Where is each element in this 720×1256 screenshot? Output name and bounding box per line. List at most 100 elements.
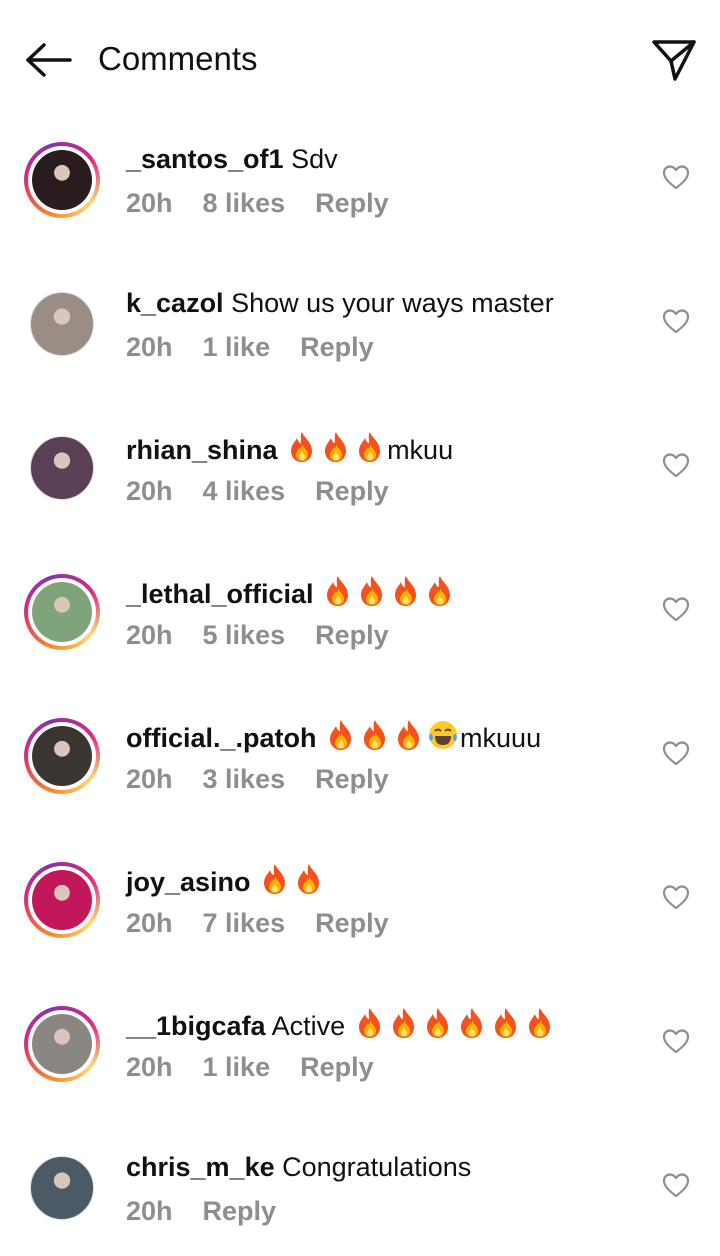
comment-meta: 20h Reply bbox=[126, 1194, 306, 1228]
fire-emoji-icon bbox=[285, 432, 319, 465]
fire-emoji-icon bbox=[355, 576, 389, 609]
comment-username[interactable]: k_cazol bbox=[126, 288, 224, 318]
fire-emoji-icon bbox=[423, 576, 457, 609]
fire-emoji-icon bbox=[358, 720, 392, 753]
comment-time: 20h bbox=[126, 620, 173, 650]
comment-likes-count[interactable]: 3 likes bbox=[203, 764, 286, 794]
avatar-image bbox=[32, 582, 92, 642]
comment-body: Congratulations bbox=[282, 1152, 472, 1182]
comment-item: _lethal_official 20h 5 likes Reply bbox=[0, 574, 720, 718]
heart-like-icon[interactable] bbox=[662, 1028, 690, 1056]
comment-item: __1bigcafa Active 20h 1 like Reply bbox=[0, 1006, 720, 1150]
comment-time: 20h bbox=[126, 908, 173, 938]
reply-button[interactable]: Reply bbox=[315, 476, 389, 506]
avatar[interactable] bbox=[24, 574, 100, 650]
fire-emoji-icon bbox=[392, 720, 426, 753]
fire-emoji-icon bbox=[489, 1008, 523, 1041]
comment-likes-count[interactable]: 7 likes bbox=[203, 908, 286, 938]
comment-likes-count[interactable]: 1 like bbox=[203, 1052, 271, 1082]
comment-text: _lethal_official bbox=[126, 574, 457, 611]
comment-item: chris_m_ke Congratulations 20h Reply bbox=[0, 1150, 720, 1256]
comment-username[interactable]: _lethal_official bbox=[126, 579, 314, 609]
fire-emoji-icon bbox=[292, 864, 326, 897]
heart-like-icon[interactable] bbox=[662, 308, 690, 336]
comment-time: 20h bbox=[126, 1052, 173, 1082]
comment-text: __1bigcafa Active bbox=[126, 1006, 557, 1043]
comment-meta: 20h 7 likes Reply bbox=[126, 906, 419, 940]
comments-screen: Comments _santos_of1 Sdv 20h 8 likes Reply k… bbox=[0, 0, 720, 1256]
reply-button[interactable]: Reply bbox=[300, 1052, 374, 1082]
avatar[interactable] bbox=[24, 1150, 100, 1226]
fire-emoji-icon bbox=[389, 576, 423, 609]
comment-time: 20h bbox=[126, 188, 173, 218]
heart-like-icon[interactable] bbox=[662, 884, 690, 912]
reply-button[interactable]: Reply bbox=[315, 764, 389, 794]
heart-like-icon[interactable] bbox=[662, 740, 690, 768]
comment-meta: 20h 1 like Reply bbox=[126, 1050, 404, 1084]
comment-item: _santos_of1 Sdv 20h 8 likes Reply bbox=[0, 142, 720, 286]
comment-body: mkuuu bbox=[324, 720, 541, 753]
comment-body: Show us your ways master bbox=[231, 288, 554, 318]
avatar-image bbox=[32, 870, 92, 930]
avatar[interactable] bbox=[24, 718, 100, 794]
comment-username[interactable]: official._.patoh bbox=[126, 723, 317, 753]
comment-meta: 20h 8 likes Reply bbox=[126, 186, 419, 220]
heart-like-icon[interactable] bbox=[662, 596, 690, 624]
avatar-image bbox=[30, 436, 94, 500]
avatar-image bbox=[30, 292, 94, 356]
fire-emoji-icon bbox=[455, 1008, 489, 1041]
comment-meta: 20h 3 likes Reply bbox=[126, 762, 419, 796]
comment-item: rhian_shina mkuu 20h 4 likes Reply bbox=[0, 430, 720, 574]
comment-time: 20h bbox=[126, 1196, 173, 1226]
heart-like-icon[interactable] bbox=[662, 164, 690, 192]
comment-username[interactable]: _santos_of1 bbox=[126, 144, 284, 174]
reply-button[interactable]: Reply bbox=[315, 620, 389, 650]
header: Comments bbox=[0, 0, 720, 118]
reply-button[interactable]: Reply bbox=[315, 908, 389, 938]
fire-emoji-icon bbox=[421, 1008, 455, 1041]
avatar[interactable] bbox=[24, 286, 100, 362]
fire-emoji-icon bbox=[319, 432, 353, 465]
comment-text: rhian_shina mkuu bbox=[126, 430, 453, 467]
fire-emoji-icon bbox=[321, 576, 355, 609]
heart-like-icon[interactable] bbox=[662, 452, 690, 480]
comment-likes-count[interactable]: 4 likes bbox=[203, 476, 286, 506]
comment-username[interactable]: __1bigcafa bbox=[126, 1011, 266, 1041]
comment-text: joy_asino bbox=[126, 862, 326, 899]
comment-text: _santos_of1 Sdv bbox=[126, 142, 338, 176]
comment-text: official._.patoh mkuuu bbox=[126, 718, 541, 755]
comment-username[interactable]: joy_asino bbox=[126, 867, 251, 897]
avatar[interactable] bbox=[24, 142, 100, 218]
comment-body bbox=[258, 864, 326, 897]
comment-body bbox=[321, 576, 457, 609]
comment-meta: 20h 1 like Reply bbox=[126, 330, 404, 364]
fire-emoji-icon bbox=[258, 864, 292, 897]
comment-likes-count[interactable]: 8 likes bbox=[203, 188, 286, 218]
fire-emoji-icon bbox=[324, 720, 358, 753]
avatar-image bbox=[30, 1156, 94, 1220]
comment-body: Active bbox=[272, 1008, 557, 1041]
share-button[interactable] bbox=[648, 34, 700, 86]
comment-likes-count[interactable]: 5 likes bbox=[203, 620, 286, 650]
comment-username[interactable]: chris_m_ke bbox=[126, 1152, 275, 1182]
avatar[interactable] bbox=[24, 430, 100, 506]
avatar[interactable] bbox=[24, 862, 100, 938]
laughing-emoji-icon bbox=[426, 721, 460, 753]
heart-like-icon[interactable] bbox=[662, 1172, 690, 1200]
avatar[interactable] bbox=[24, 1006, 100, 1082]
send-icon bbox=[652, 40, 696, 81]
comment-meta: 20h 5 likes Reply bbox=[126, 618, 419, 652]
reply-button[interactable]: Reply bbox=[300, 332, 374, 362]
comment-text: k_cazol Show us your ways master bbox=[126, 286, 554, 320]
comment-text: chris_m_ke Congratulations bbox=[126, 1150, 471, 1184]
comment-item: k_cazol Show us your ways master 20h 1 lik… bbox=[0, 286, 720, 430]
comment-username[interactable]: rhian_shina bbox=[126, 435, 278, 465]
back-button[interactable] bbox=[22, 36, 74, 84]
reply-button[interactable]: Reply bbox=[315, 188, 389, 218]
fire-emoji-icon bbox=[387, 1008, 421, 1041]
comment-time: 20h bbox=[126, 332, 173, 362]
comment-likes-count[interactable]: 1 like bbox=[203, 332, 271, 362]
avatar-image bbox=[32, 150, 92, 210]
fire-emoji-icon bbox=[353, 432, 387, 465]
reply-button[interactable]: Reply bbox=[203, 1196, 277, 1226]
